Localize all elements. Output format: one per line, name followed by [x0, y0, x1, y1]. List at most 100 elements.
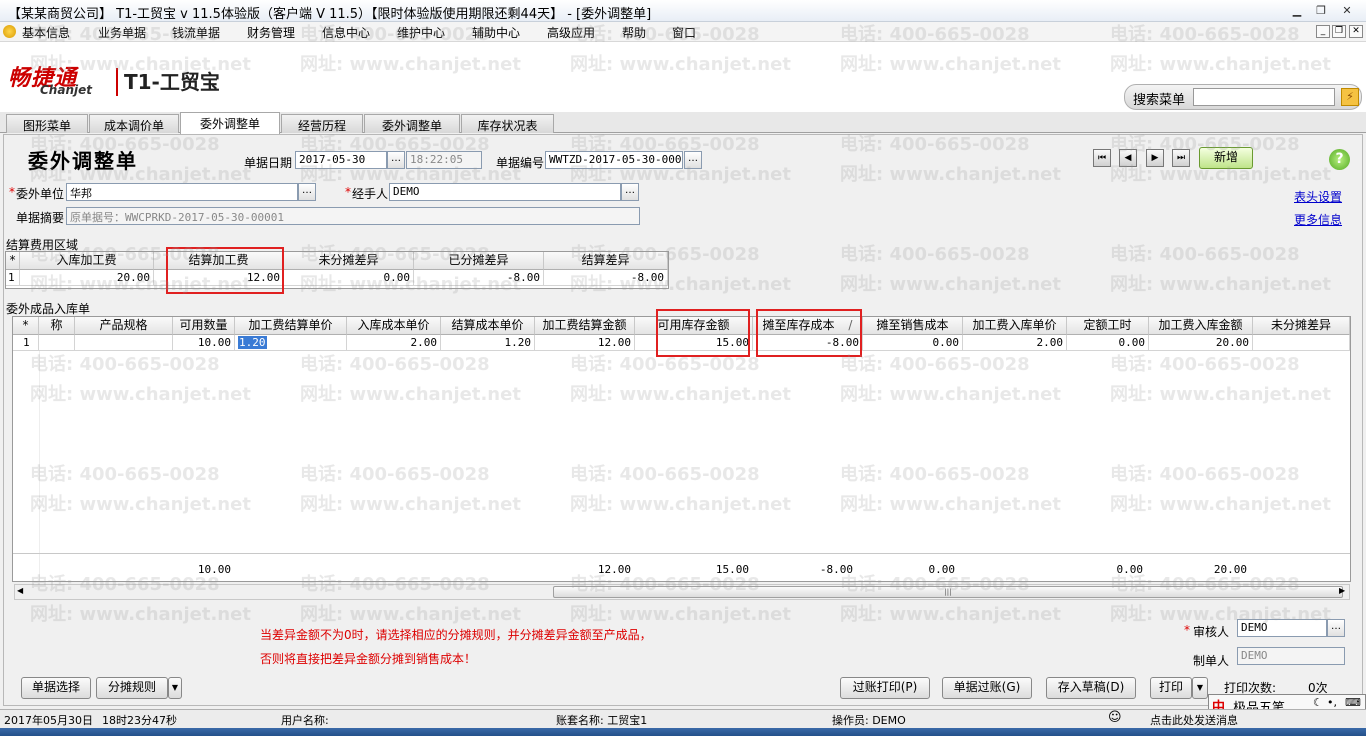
- menu-finance[interactable]: 财务管理: [247, 24, 295, 41]
- menu-search-label: 搜索菜单: [1133, 93, 1186, 108]
- menu-help[interactable]: 帮助: [622, 24, 646, 41]
- mdi-minimize-button[interactable]: _: [1316, 25, 1330, 38]
- document-tabs: 图形菜单 成本调价单 委外调整单 经营历程 委外调整单 库存状况表: [0, 112, 1366, 134]
- docno-field[interactable]: WWTZD-2017-05-30-00005: [545, 151, 683, 169]
- prod-fee-settle-amount-cell[interactable]: 12.00: [535, 335, 635, 351]
- vendor-required-mark: *: [9, 185, 15, 199]
- moon-icon[interactable]: ☾: [1313, 696, 1323, 709]
- keyboard-icon[interactable]: ⌨: [1345, 696, 1361, 709]
- tab-business-history[interactable]: 经营历程: [281, 114, 363, 133]
- menu-window[interactable]: 窗口: [672, 24, 696, 41]
- lightning-icon[interactable]: ⚡: [1341, 88, 1359, 106]
- send-message-link[interactable]: 点击此处发送消息: [1150, 712, 1238, 728]
- settle-diff-cell[interactable]: -8.00: [544, 270, 668, 286]
- prod-fee-unit-price-selected[interactable]: 1.20: [238, 336, 267, 349]
- date-picker-button[interactable]: …: [387, 151, 405, 169]
- scroll-left-icon[interactable]: ◀: [17, 586, 23, 595]
- settle-col-allocated[interactable]: 已分摊差异: [414, 252, 544, 270]
- summary-field[interactable]: 原单据号：WWCPRKD-2017-05-30-00001: [66, 207, 640, 225]
- minimize-button[interactable]: ▁: [1287, 4, 1307, 18]
- scroll-thumb[interactable]: |||: [553, 586, 1343, 598]
- prod-col-in-cost-price[interactable]: 入库成本单价: [347, 317, 441, 335]
- prod-quota-hours-cell[interactable]: 0.00: [1067, 335, 1149, 351]
- tab-outsource-adjust-active[interactable]: 委外调整单: [180, 112, 280, 134]
- allocation-rule-button[interactable]: 分摊规则: [96, 677, 168, 699]
- select-doc-button[interactable]: 单据选择: [21, 677, 91, 699]
- prod-col-fee-in-amount[interactable]: 加工费入库金额: [1149, 317, 1253, 335]
- new-button[interactable]: 新增: [1199, 147, 1253, 169]
- auditor-picker-button[interactable]: …: [1327, 619, 1345, 637]
- prod-alloc-sales-cost-cell[interactable]: 0.00: [863, 335, 963, 351]
- menu-cash-docs[interactable]: 钱流单据: [172, 24, 220, 41]
- prod-name-cell[interactable]: [39, 335, 75, 351]
- menu-maintenance[interactable]: 维护中心: [397, 24, 445, 41]
- prod-col-settle-cost-price[interactable]: 结算成本单价: [441, 317, 535, 335]
- prod-col-alloc-sales-cost[interactable]: 摊至销售成本: [863, 317, 963, 335]
- prod-col-fee-settle-amount[interactable]: 加工费结算金额: [535, 317, 635, 335]
- menu-info-center[interactable]: 信息中心: [322, 24, 370, 41]
- prod-col-unallocated[interactable]: 未分摊差异: [1253, 317, 1350, 335]
- prod-col-fee-unit-price[interactable]: 加工费结算单价: [235, 317, 347, 335]
- next-record-icon[interactable]: ▶: [1146, 149, 1164, 167]
- menu-assist[interactable]: 辅助中心: [472, 24, 520, 41]
- horizontal-scrollbar[interactable]: ◀ ||| ▶: [14, 584, 1350, 600]
- prod-fee-in-amount-cell[interactable]: 20.00: [1149, 335, 1253, 351]
- menu-advanced[interactable]: 高级应用: [547, 24, 595, 41]
- menu-business-docs[interactable]: 业务单据: [98, 24, 146, 41]
- prod-fee-unit-price-cell[interactable]: 1.20: [235, 335, 347, 351]
- print-button[interactable]: 打印: [1150, 677, 1192, 699]
- settle-col-diff[interactable]: 结算差异: [544, 252, 668, 270]
- prod-spec-cell[interactable]: [75, 335, 173, 351]
- handler-field[interactable]: DEMO: [389, 183, 621, 201]
- prod-fee-in-price-cell[interactable]: 2.00: [963, 335, 1067, 351]
- tab-graphic-menu[interactable]: 图形菜单: [6, 114, 88, 133]
- prod-unallocated-cell[interactable]: [1253, 335, 1350, 351]
- scroll-right-icon[interactable]: ▶: [1339, 586, 1345, 595]
- more-info-link[interactable]: 更多信息: [1294, 211, 1342, 228]
- settle-col-in-fee[interactable]: 入库加工费: [20, 252, 154, 270]
- prod-col-avail-qty[interactable]: 可用数量: [173, 317, 235, 335]
- post-button[interactable]: 单据过账(G): [942, 677, 1032, 699]
- grid-guide: [39, 351, 40, 581]
- last-record-icon[interactable]: ⏭: [1172, 149, 1190, 167]
- first-record-icon[interactable]: ⏮: [1093, 149, 1111, 167]
- restore-button[interactable]: ❐: [1311, 4, 1331, 18]
- status-account: 账套名称: 工贸宝1: [556, 714, 648, 727]
- prod-avail-qty-cell[interactable]: 10.00: [173, 335, 235, 351]
- prod-in-cost-price-cell[interactable]: 2.00: [347, 335, 441, 351]
- menu-search-input[interactable]: [1193, 88, 1335, 106]
- prev-record-icon[interactable]: ◀: [1119, 149, 1137, 167]
- settle-unallocated-cell[interactable]: 0.00: [284, 270, 414, 286]
- tab-stock-status[interactable]: 库存状况表: [461, 114, 554, 133]
- mdi-close-button[interactable]: ✕: [1349, 25, 1363, 38]
- app-menu-icon[interactable]: [3, 25, 16, 38]
- menu-basic-info[interactable]: 基本信息: [22, 24, 70, 41]
- settle-col-unallocated[interactable]: 未分摊差异: [284, 252, 414, 270]
- print-dropdown-icon[interactable]: ▼: [1192, 677, 1208, 699]
- menu-search-box: 搜索菜单 ⚡: [1124, 84, 1362, 110]
- prod-col-spec[interactable]: 产品规格: [75, 317, 173, 335]
- smiley-icon[interactable]: ☺: [1108, 710, 1122, 725]
- mdi-restore-button[interactable]: ❐: [1332, 25, 1346, 38]
- settle-allocated-cell[interactable]: -8.00: [414, 270, 544, 286]
- auditor-field[interactable]: DEMO: [1237, 619, 1327, 637]
- punctuation-icon[interactable]: •,: [1327, 696, 1337, 709]
- prod-col-name[interactable]: 称: [39, 317, 75, 335]
- header-settings-link[interactable]: 表头设置: [1294, 188, 1342, 205]
- vendor-field[interactable]: 华邦: [66, 183, 298, 201]
- settle-in-fee-cell[interactable]: 20.00: [20, 270, 154, 286]
- help-icon[interactable]: ?: [1329, 149, 1350, 170]
- chevron-down-icon[interactable]: ▼: [168, 677, 182, 699]
- tab-outsource-adjust[interactable]: 委外调整单: [364, 114, 460, 133]
- handler-picker-button[interactable]: …: [621, 183, 639, 201]
- close-button[interactable]: ✕: [1337, 4, 1357, 18]
- post-print-button[interactable]: 过账打印(P): [840, 677, 930, 699]
- prod-settle-cost-price-cell[interactable]: 1.20: [441, 335, 535, 351]
- vendor-picker-button[interactable]: …: [298, 183, 316, 201]
- tab-cost-adjust[interactable]: 成本调价单: [89, 114, 179, 133]
- docno-picker-button[interactable]: …: [684, 151, 702, 169]
- prod-col-quota-hours[interactable]: 定额工时: [1067, 317, 1149, 335]
- save-draft-button[interactable]: 存入草稿(D): [1046, 677, 1136, 699]
- date-field[interactable]: 2017-05-30: [295, 151, 387, 169]
- prod-col-fee-in-price[interactable]: 加工费入库单价: [963, 317, 1067, 335]
